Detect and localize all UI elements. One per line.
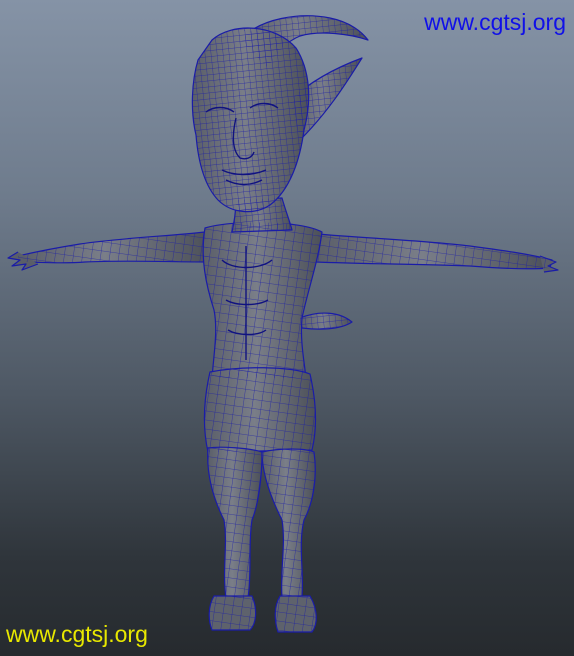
watermark-top: www.cgtsj.org [424, 9, 566, 35]
wireframe-overlay [18, 222, 552, 632]
watermark-bottom: www.cgtsj.org [6, 621, 148, 647]
3d-viewport[interactable]: www.cgtsj.org www.cgtsj.org [0, 0, 574, 656]
demon-model-icon[interactable] [0, 0, 574, 656]
